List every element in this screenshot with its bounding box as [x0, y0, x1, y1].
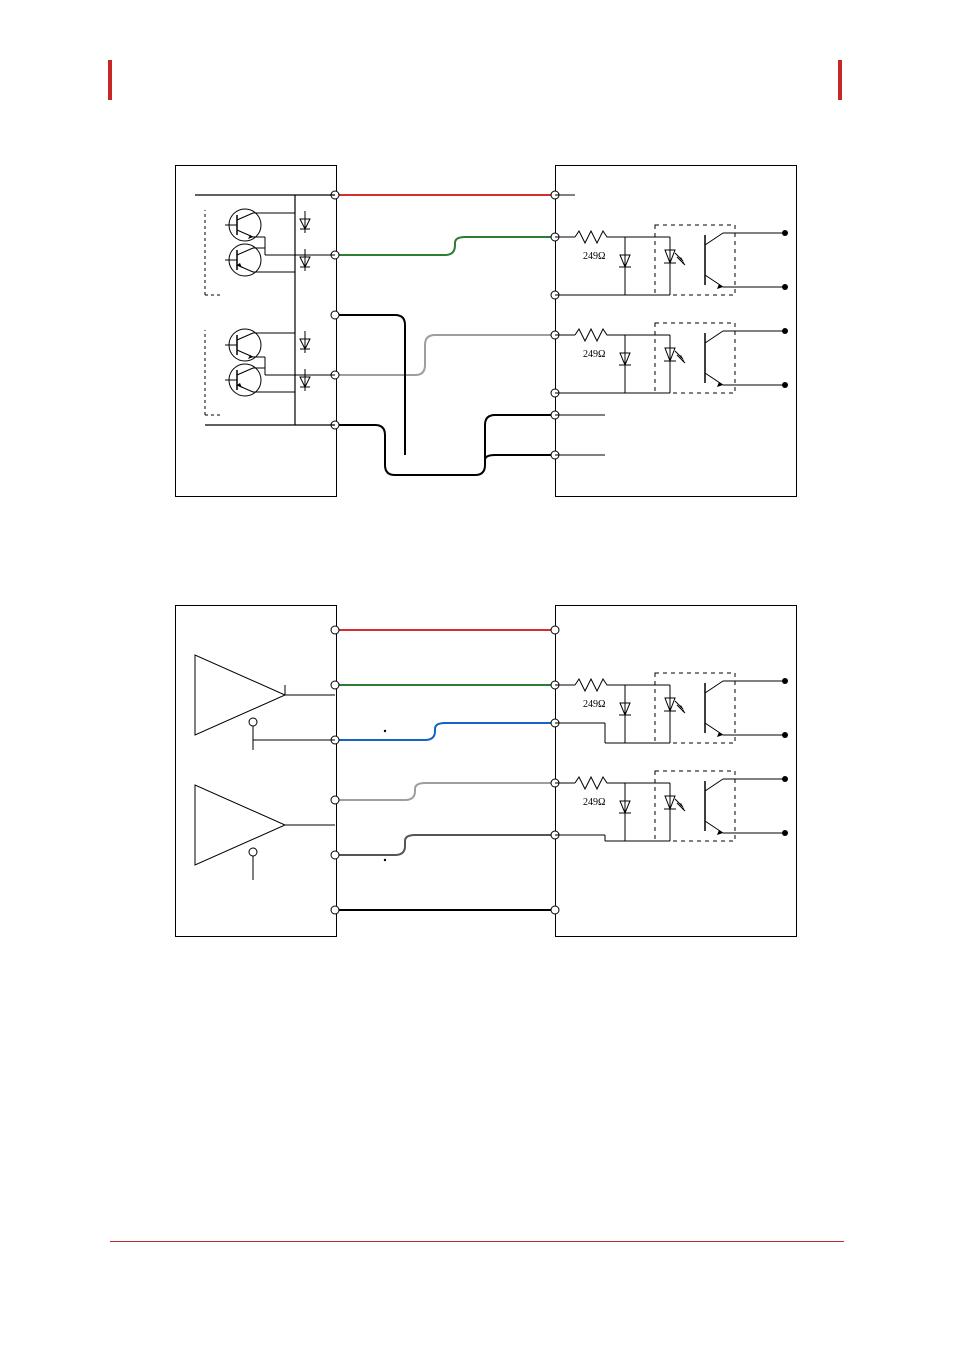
footer-rule — [110, 1241, 844, 1242]
diagram-transistor-driver: 249Ω 249Ω — [175, 165, 795, 500]
margin-mark-left — [108, 60, 112, 100]
margin-mark-right — [838, 60, 842, 100]
resistor-label-4: 249Ω — [583, 797, 605, 808]
resistor-label-1: 249Ω — [583, 251, 605, 262]
resistor-label-2: 249Ω — [583, 349, 605, 360]
resistor-label-3: 249Ω — [583, 699, 605, 710]
diagram-opamp-driver: 249Ω 249Ω — [175, 605, 795, 940]
